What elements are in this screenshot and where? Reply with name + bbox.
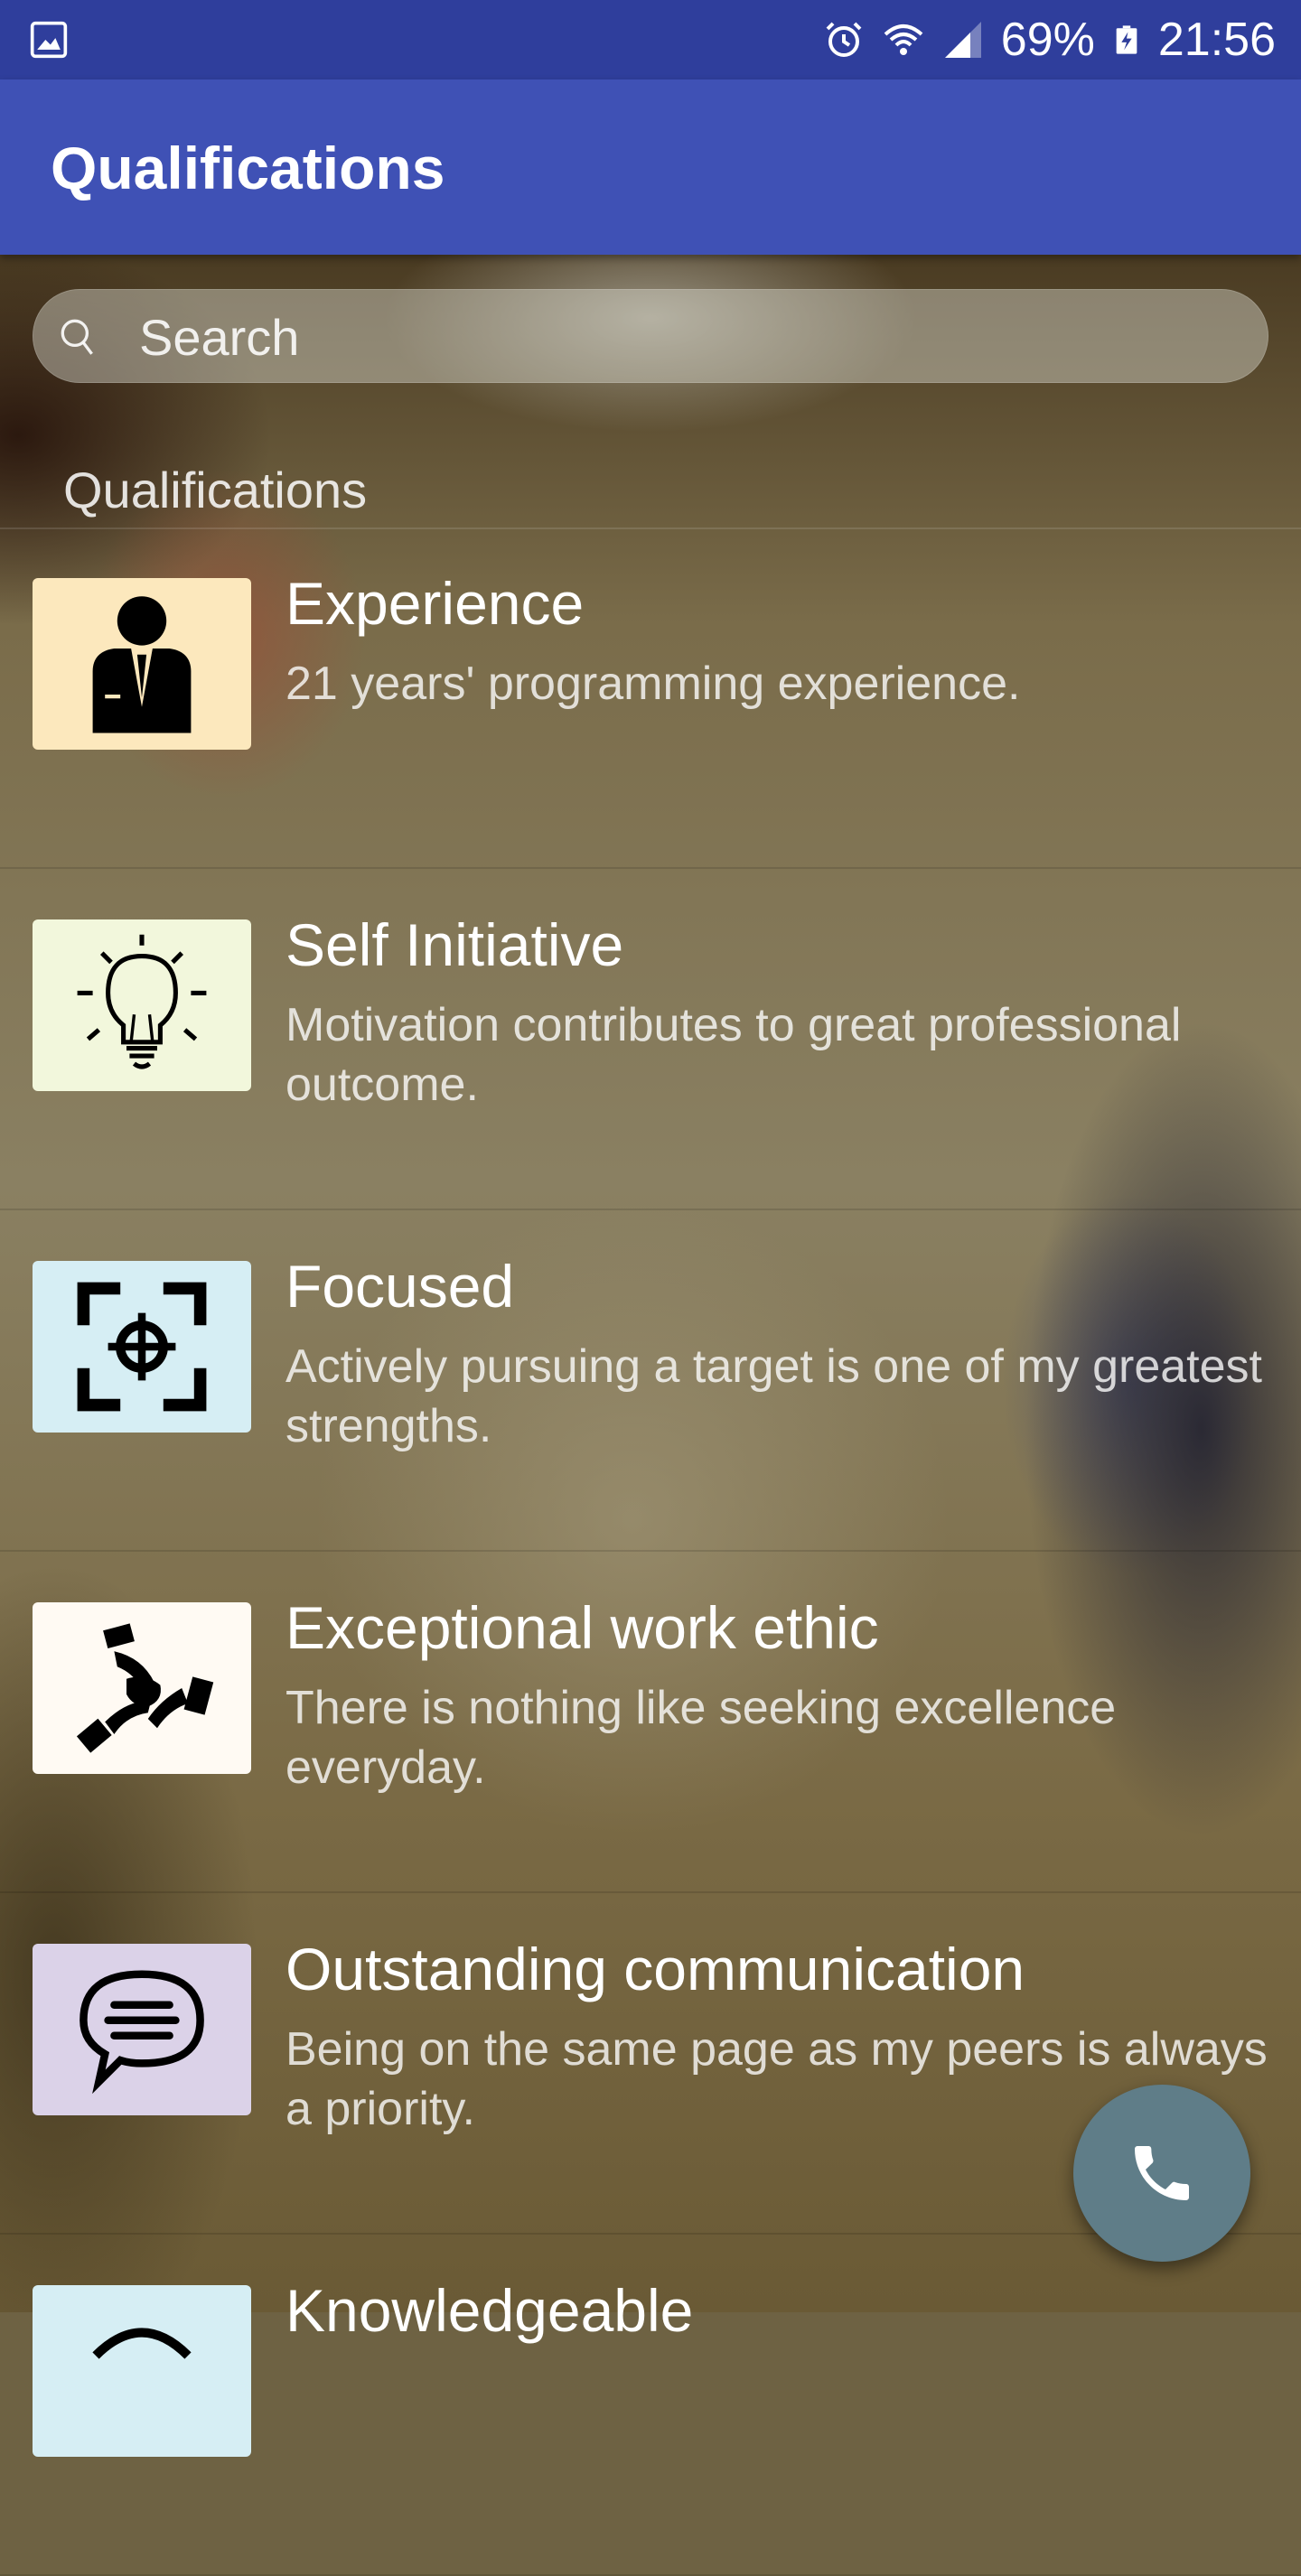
item-description: Actively pursuing a target is one of my … (285, 1340, 1262, 1452)
list-item-self-initiative[interactable]: Self Initiative Motivation contributes t… (0, 869, 1301, 1210)
item-description: There is nothing like seeking excellence… (285, 1682, 1117, 1794)
signal-icon (944, 22, 981, 58)
self-initiative-thumbnail (33, 919, 251, 1091)
list-item-experience[interactable]: Experience 21 years' programming experie… (0, 527, 1301, 869)
alarm-icon (826, 22, 862, 57)
item-title: Focused (285, 1253, 515, 1320)
communication-thumbnail (33, 1944, 251, 2115)
list-item-focused[interactable]: Focused Actively pursuing a target is on… (0, 1210, 1301, 1552)
target-icon (77, 1282, 207, 1412)
item-title: Experience (285, 570, 585, 637)
app-bar: Qualifications (0, 79, 1301, 255)
item-description: Motivation contributes to great professi… (285, 999, 1182, 1111)
gallery-icon (30, 21, 68, 59)
list-item-knowledgeable[interactable]: Knowledgeable (0, 2235, 1301, 2576)
item-title: Self Initiative (285, 911, 624, 978)
search-icon (61, 319, 93, 355)
wifi-icon (884, 24, 923, 55)
search-input[interactable] (137, 289, 1243, 385)
call-button[interactable] (1073, 2085, 1250, 2262)
list-item-work-ethic[interactable]: Exceptional work ethic There is nothing … (0, 1552, 1301, 1893)
status-bar: 69% 21:56 (0, 0, 1301, 79)
battery-charging-icon (1116, 25, 1137, 54)
businessman-icon (92, 596, 192, 733)
clock: 21:56 (1157, 14, 1276, 66)
qualifications-list: Experience 21 years' programming experie… (0, 527, 1301, 2576)
page-title: Qualifications (51, 135, 445, 201)
knowledgeable-thumbnail (33, 2285, 251, 2457)
speech-bubble-icon (80, 1970, 204, 2095)
phone-icon (1135, 2146, 1189, 2200)
item-description: 21 years' programming experience. (285, 658, 1021, 710)
work-ethic-thumbnail (33, 1602, 251, 1774)
item-title: Knowledgeable (285, 2277, 694, 2344)
experience-thumbnail (33, 578, 251, 750)
item-title: Exceptional work ethic (285, 1594, 879, 1661)
focused-thumbnail (33, 1261, 251, 1433)
search-bar[interactable] (33, 289, 1268, 385)
section-header: Qualifications (63, 462, 368, 518)
item-title: Outstanding communication (285, 1936, 1025, 2002)
battery-percentage: 69% (1000, 14, 1095, 66)
teamwork-hands-icon (76, 1623, 214, 1753)
knowledge-icon (92, 2328, 192, 2359)
lightbulb-icon (77, 934, 207, 1069)
